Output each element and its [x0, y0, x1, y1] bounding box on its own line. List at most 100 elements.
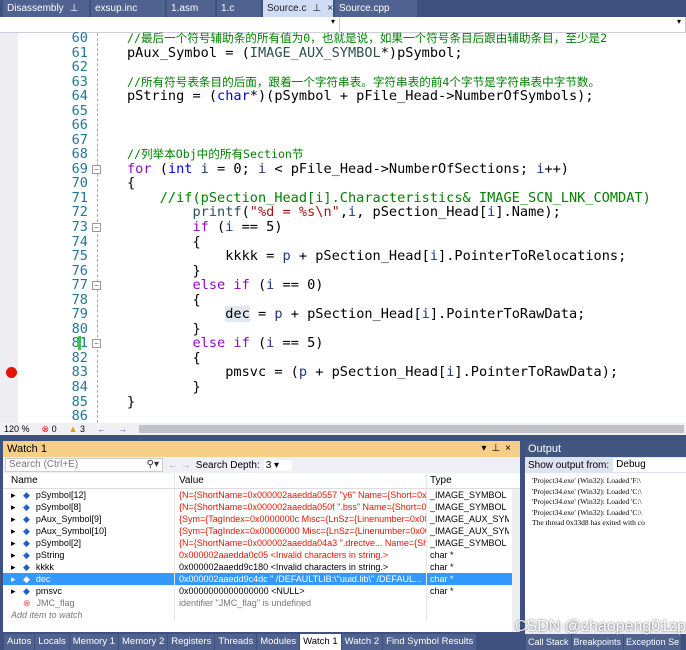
watch-row[interactable]: ▸ ◆ pAux_Symbol[9] {Sym={TagIndex=0x0000000…: [3, 513, 520, 525]
code-line[interactable]: pAux_Symbol = (IMAGE_AUX_SYMBOL*)pSymbol…: [127, 45, 463, 61]
expand-arrow-icon[interactable]: ▸: [11, 501, 17, 513]
code-line[interactable]: if (i == 5): [127, 220, 282, 235]
watch-name[interactable]: pAux_Symbol[10]: [36, 525, 107, 537]
column-name[interactable]: Name: [3, 473, 175, 488]
tab-1-asm[interactable]: 1.asm: [167, 0, 215, 17]
tab-autos[interactable]: Autos: [4, 634, 35, 650]
code-line[interactable]: //所有符号表条目的后面，跟着一个字符串表。字符串表的前4个字节是字符串表中字节…: [127, 75, 600, 90]
indicator-margin[interactable]: [0, 33, 18, 423]
tab-memory-2[interactable]: Memory 2: [119, 634, 168, 650]
watch-value[interactable]: {N={ShortName=0x000002aaedda04a3 ".drect…: [175, 537, 427, 549]
expand-arrow-icon[interactable]: ▸: [11, 561, 17, 573]
tab-watch-2[interactable]: Watch 2: [341, 634, 383, 650]
watch-name[interactable]: pAux_Symbol[9]: [36, 513, 102, 525]
member-dropdown[interactable]: ▾: [340, 17, 686, 32]
code-line[interactable]: kkkk = p + pSection_Head[i].PointerToRel…: [127, 249, 626, 264]
code-line[interactable]: //最后一个符号辅助条的所有值为0，也就是说，如果一个符号条目后跟由辅助条目，至…: [127, 31, 607, 46]
code-line[interactable]: printf("%d = %s\n",i, pSection_Head[i].N…: [127, 205, 560, 220]
watch-row[interactable]: ▸ ◆ pAux_Symbol[10] {Sym={TagIndex=0x000000…: [3, 525, 520, 537]
add-item-row[interactable]: Add item to watch: [3, 609, 520, 621]
watch-row[interactable]: ▸ ◆ pmsvc 0x0000000000000000 <NULL> char *: [3, 585, 520, 597]
expand-arrow-icon[interactable]: ▸: [11, 513, 17, 525]
collapse-toggle-icon[interactable]: −: [92, 281, 101, 291]
code-line[interactable]: dec = p + pSection_Head[i].PointerToRawD…: [127, 306, 585, 323]
watch-row[interactable]: ▸ ◆ kkkk 0x000002aaedd9c180 <Invalid charac…: [3, 561, 520, 573]
tab-call-stack[interactable]: Call Stack: [526, 634, 571, 650]
watch-row[interactable]: ▸ ◆ pSymbol[2] {N={ShortName=0x000002aaedda…: [3, 537, 520, 549]
close-icon[interactable]: ×: [327, 0, 333, 17]
forward-arrow-icon[interactable]: →: [118, 424, 127, 434]
pin-icon[interactable]: ⊥: [70, 0, 79, 17]
back-arrow-icon[interactable]: ← →: [168, 460, 191, 471]
tab-1-c[interactable]: 1.c: [217, 0, 261, 17]
code-line[interactable]: {: [127, 234, 200, 250]
tab-find-symbol-results[interactable]: Find Symbol Results: [383, 634, 477, 650]
tab-disassembly[interactable]: Disassembly ⊥: [3, 0, 89, 17]
expand-arrow-icon[interactable]: ▸: [11, 537, 17, 549]
watch-row[interactable]: ▸ ◆ pString 0x000002aaedda0c05 <Invalid cha…: [3, 549, 520, 561]
tab-source-cpp[interactable]: Source.cpp: [335, 0, 417, 17]
code-line[interactable]: }: [127, 322, 200, 337]
watch-row[interactable]: ⊗ JMC_flag identifier "JMC_flag" is undefi…: [3, 597, 520, 609]
tab-locals[interactable]: Locals: [35, 634, 69, 650]
warning-count[interactable]: ▲ 3: [69, 424, 85, 434]
expand-arrow-icon[interactable]: ▸: [11, 573, 17, 585]
code-line[interactable]: for (int i = 0; i < pFile_Head->NumberOf…: [127, 162, 569, 177]
code-line[interactable]: pString = (char*)(pSymbol + pFile_Head->…: [127, 89, 594, 104]
code-line[interactable]: pmsvc = (p + pSection_Head[i].PointerToR…: [127, 365, 618, 380]
add-item-placeholder[interactable]: Add item to watch: [3, 609, 175, 621]
tab-modules[interactable]: Modules: [257, 634, 300, 650]
tab-watch-1[interactable]: Watch 1: [300, 634, 341, 650]
pin-icon[interactable]: ⊥: [312, 0, 321, 17]
error-count[interactable]: ⊗ 0: [42, 424, 57, 435]
watch-name[interactable]: pSymbol[12]: [36, 489, 86, 501]
code-line[interactable]: }: [127, 263, 200, 279]
code-line[interactable]: }: [127, 394, 135, 410]
code-line[interactable]: {: [127, 292, 200, 308]
search-depth-select[interactable]: 3 ▾: [263, 459, 292, 471]
watch-name[interactable]: pSymbol[8]: [36, 501, 81, 513]
watch-value[interactable]: 0x000002aaedd9c4dc " /DEFAULTLIB:\"uuid.…: [175, 573, 427, 585]
tab-memory-1[interactable]: Memory 1: [69, 634, 118, 650]
output-source-select[interactable]: Debug: [613, 458, 686, 472]
dropdown-icon[interactable]: ▾: [481, 443, 491, 454]
tab-exception-se[interactable]: Exception Se: [624, 634, 682, 650]
expand-arrow-icon[interactable]: ▸: [11, 585, 17, 597]
watch-row[interactable]: ▸ ◆ pSymbol[8] {N={ShortName=0x000002aaedda…: [3, 501, 520, 513]
code-line[interactable]: {: [127, 351, 200, 366]
watch-name[interactable]: kkkk: [36, 561, 54, 573]
tab-source-c[interactable]: Source.c ⊥ ×: [263, 0, 333, 17]
watch-row[interactable]: ▸ ◆ dec 0x000002aaedd9c4dc " /DEFAULTLIB:\"…: [3, 573, 520, 585]
column-value[interactable]: Value: [175, 473, 427, 488]
expand-arrow-icon[interactable]: ▸: [11, 489, 17, 501]
watch-value[interactable]: 0x0000000000000000 <NULL>: [175, 585, 427, 597]
back-arrow-icon[interactable]: ←: [97, 424, 106, 434]
code-line[interactable]: //列举本Obj中的所有Section节: [127, 147, 304, 162]
watch-value[interactable]: identifier "JMC_flag" is undefined: [175, 597, 427, 609]
code-line[interactable]: //if(pSection_Head[i].Characteristics& I…: [127, 191, 651, 206]
collapse-toggle-icon[interactable]: −: [92, 223, 101, 233]
tab-registers[interactable]: Registers: [168, 634, 215, 650]
zoom-level[interactable]: 120 %: [4, 424, 30, 434]
watch-name[interactable]: dec: [36, 573, 51, 585]
column-type[interactable]: Type: [427, 473, 509, 488]
tab-breakpoints[interactable]: Breakpoints: [571, 634, 624, 650]
watch-row[interactable]: ▸ ◆ pSymbol[12] {N={ShortName=0x000002aaedd…: [3, 489, 520, 501]
expand-arrow-icon[interactable]: ▸: [11, 525, 17, 537]
watch-name[interactable]: pSymbol[2]: [36, 537, 81, 549]
watch-value[interactable]: {N={ShortName=0x000002aaedda0557 "y6" Na…: [175, 489, 427, 501]
output-text[interactable]: 'Project34.exe' (Win32): Loaded 'F:\ 'Pro…: [525, 473, 686, 623]
tab-exsup-inc[interactable]: exsup.inc: [91, 0, 165, 17]
watch-value[interactable]: {Sym={TagIndex=0x00000000 Misc={LnSz={Li…: [175, 525, 427, 537]
horizontal-scrollbar[interactable]: [139, 425, 684, 433]
code-line[interactable]: else if (i == 0): [127, 278, 323, 293]
search-icon[interactable]: ⚲▾: [147, 459, 159, 471]
watch-value[interactable]: 0x000002aaedd9c180 <Invalid characters i…: [175, 561, 427, 573]
scope-dropdown[interactable]: ▾: [0, 17, 340, 32]
code-line[interactable]: {: [127, 176, 135, 191]
tab-threads[interactable]: Threads: [215, 634, 257, 650]
expand-arrow-icon[interactable]: ▸: [11, 549, 17, 561]
close-icon[interactable]: ×: [505, 443, 516, 454]
watch-search-input[interactable]: Search (Ctrl+E) ⚲▾: [5, 458, 163, 472]
collapse-toggle-icon[interactable]: −: [92, 164, 101, 174]
